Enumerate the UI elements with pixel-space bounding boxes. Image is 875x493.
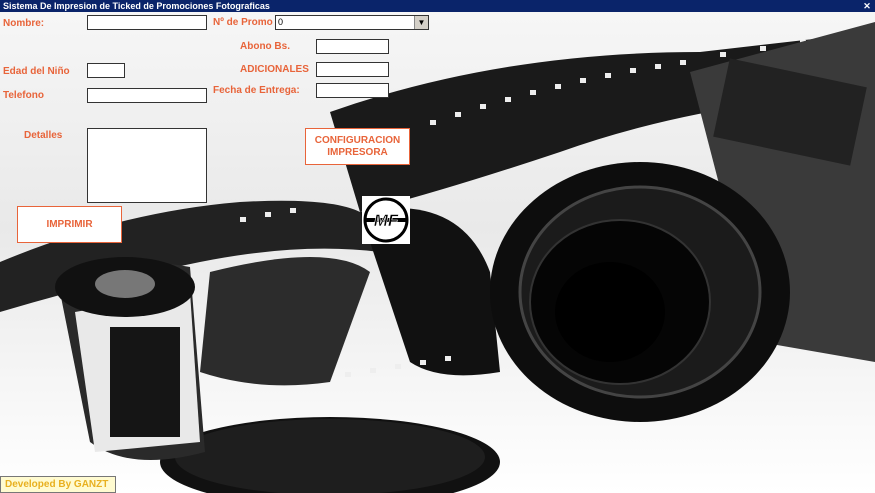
promo-selected-value: 0 [278,17,284,27]
promo-label: Nº de Promo [213,17,273,28]
window-title: Sistema De Impresion de Ticked de Promoc… [3,1,270,11]
detalles-textarea[interactable] [87,128,207,203]
abono-input[interactable] [316,39,389,54]
chevron-down-icon[interactable]: ▼ [414,16,428,29]
telefono-label: Telefono [3,90,44,101]
imprimir-button[interactable]: IMPRIMIR [17,206,122,243]
configuracion-impresora-button[interactable]: CONFIGURACION IMPRESORA [305,128,410,165]
logo-text: MF [374,211,399,230]
telefono-input[interactable] [87,88,207,103]
main-canvas: Nombre: Edad del Niño Telefono Detalles … [0,12,875,493]
nombre-input[interactable] [87,15,207,30]
edad-input[interactable] [87,63,125,78]
developer-credit: Developed By GANZT [0,476,116,493]
detalles-label: Detalles [24,130,63,141]
mf-logo-icon: MF [362,196,410,244]
adicionales-input[interactable] [316,62,389,77]
camera-film-background [0,22,875,493]
adicionales-label: ADICIONALES [240,64,309,75]
window-titlebar: Sistema De Impresion de Ticked de Promoc… [0,0,875,12]
close-icon[interactable]: ✕ [861,1,873,11]
edad-label: Edad del Niño [3,66,70,77]
fecha-entrega-input[interactable] [316,83,389,98]
abono-label: Abono Bs. [240,41,290,52]
fecha-entrega-label: Fecha de Entrega: [213,85,300,96]
nombre-label: Nombre: [3,18,45,29]
promo-select[interactable]: 0 ▼ [275,15,429,30]
